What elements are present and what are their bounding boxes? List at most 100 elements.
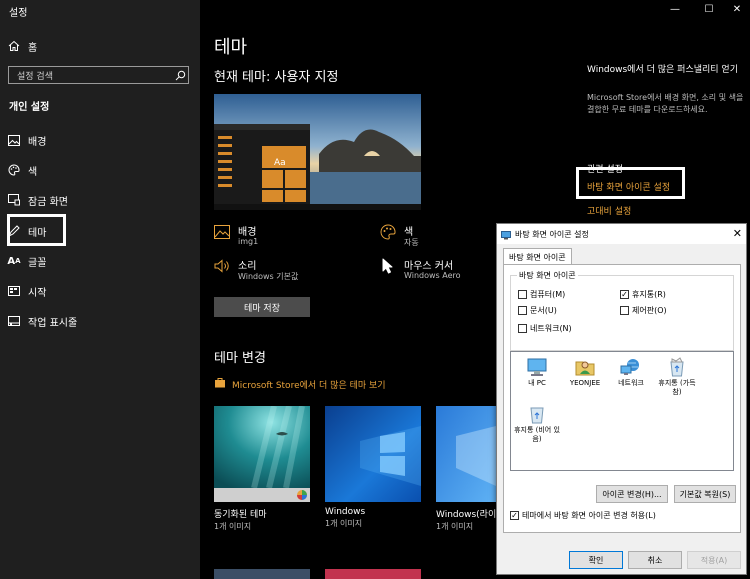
attr-sound[interactable]: 소리 Windows 기본값 <box>214 257 374 287</box>
search-placeholder: 설정 검색 <box>17 71 53 82</box>
theme-card-windows-light[interactable]: Windows(라이... 1개 이미지 <box>436 406 496 532</box>
sidebar-item-label: 작업 표시줄 <box>28 317 78 329</box>
change-theme-heading: 테마 변경 <box>214 351 266 366</box>
personality-title: Windows에서 더 많은 퍼스낼리티 얻기 <box>587 65 738 75</box>
tab-desktop-icons[interactable]: 바탕 화면 아이콘 <box>503 248 572 265</box>
list-item-recycle-bin-empty[interactable]: 휴지통 (비어 있음) <box>514 404 560 444</box>
recycle-bin-empty-icon <box>530 407 544 424</box>
personality-description: Microsoft Store에서 배경 화면, 소리 및 색을 결합한 무료 … <box>587 93 744 114</box>
icon-label: 내 PC <box>528 379 546 387</box>
checkbox-box <box>620 306 629 315</box>
sidebar-item-lock-screen[interactable]: 잠금 화면 <box>0 189 200 211</box>
network-icon <box>620 359 639 375</box>
sidebar-item-start[interactable]: 시작 <box>0 280 200 302</box>
attr-title: 색 <box>404 227 414 238</box>
desktop-icons-group: 바탕 화면 아이콘 컴퓨터(M) ✓ 휴지통(R) 문서(U) 제어판(O) 네… <box>510 270 734 351</box>
high-contrast-settings-link[interactable]: 고대비 설정 <box>587 204 631 217</box>
theme-count: 1개 이미지 <box>214 522 252 531</box>
dialog-close-button[interactable]: ✕ <box>733 227 742 240</box>
store-link-label: Microsoft Store에서 더 많은 테마 보기 <box>232 380 386 391</box>
computer-icon <box>527 358 547 376</box>
restore-default-button[interactable]: 기본값 복원(S) <box>674 485 736 503</box>
checkbox-label: 제어판(O) <box>632 306 667 315</box>
theme-name: 동기화된 테마 <box>214 510 267 520</box>
list-item-user-folder[interactable]: YEONJEE <box>562 357 608 388</box>
desktop-icon-settings-link[interactable]: 바탕 화면 아이콘 설정 <box>587 180 670 193</box>
theme-card-windows[interactable]: Windows 1개 이미지 <box>325 406 421 529</box>
checkbox-label: 네트워크(N) <box>530 324 572 333</box>
speaker-icon <box>214 258 232 274</box>
lock-screen-icon <box>7 193 21 207</box>
checkbox-allow-themes[interactable]: ✓ 테마에서 바탕 화면 아이콘 변경 허용(L) <box>510 510 656 521</box>
palette-icon <box>7 163 21 177</box>
attr-title: 소리 <box>238 261 257 272</box>
store-link[interactable]: Microsoft Store에서 더 많은 테마 보기 <box>214 377 386 391</box>
image-icon <box>7 133 21 147</box>
sidebar-item-fonts[interactable]: AA 글꼴 <box>0 250 200 272</box>
attr-background[interactable]: 배경 img1 <box>214 223 374 253</box>
theme-thumbnail <box>325 569 421 579</box>
sidebar: 설정 홈 설정 검색 개인 설정 배경 색 잠금 화면 테마 A A 글꼴 시작… <box>0 0 200 579</box>
attr-value: img1 <box>238 237 259 246</box>
sidebar-item-label: 색 <box>28 166 38 178</box>
brush-icon <box>7 224 21 238</box>
ok-button[interactable]: 확인 <box>569 551 623 569</box>
sidebar-item-background[interactable]: 배경 <box>0 129 200 151</box>
current-theme-heading: 현재 테마: 사용자 지정 <box>214 70 339 85</box>
checkbox-recycle-bin[interactable]: ✓ 휴지통(R) <box>620 289 666 300</box>
theme-thumbnail <box>436 406 496 502</box>
related-settings-title: 관련 설정 <box>587 165 623 175</box>
store-icon <box>214 377 226 391</box>
theme-thumbnail <box>214 569 310 579</box>
list-item-computer[interactable]: 내 PC <box>514 357 560 388</box>
sidebar-item-themes[interactable]: 테마 <box>0 220 200 242</box>
checkbox-box <box>518 324 527 333</box>
cancel-button[interactable]: 취소 <box>628 551 682 569</box>
checkbox-box: ✓ <box>510 510 519 520</box>
sidebar-item-home[interactable]: 홈 <box>0 36 200 56</box>
dialog-app-icon <box>501 225 511 244</box>
apply-button[interactable]: 적용(A) <box>687 551 741 569</box>
save-theme-button[interactable]: 테마 저장 <box>214 297 310 317</box>
user-folder-icon <box>575 361 595 376</box>
desktop-icon-settings-dialog: 바탕 화면 아이콘 설정 ✕ 바탕 화면 아이콘 바탕 화면 아이콘 컴퓨터(M… <box>496 223 747 575</box>
theme-name: Windows <box>325 507 366 517</box>
icon-label: YEONJEE <box>569 379 601 387</box>
theme-card-synced[interactable]: 동기화된 테마 1개 이미지 <box>214 406 310 532</box>
taskbar-icon <box>7 314 21 328</box>
recycle-bin-full-icon <box>670 357 684 377</box>
dialog-title: 바탕 화면 아이콘 설정 <box>515 229 589 239</box>
attr-value: Windows 기본값 <box>238 272 299 281</box>
sidebar-item-label: 테마 <box>28 227 47 239</box>
attr-value: 자동 <box>404 238 419 247</box>
sidebar-item-label: 배경 <box>28 136 47 148</box>
sidebar-item-taskbar[interactable]: 작업 표시줄 <box>0 310 200 332</box>
cursor-icon <box>380 258 398 274</box>
list-item-network[interactable]: 네트워크 <box>608 357 654 388</box>
section-title: 개인 설정 <box>9 102 50 113</box>
change-icon-button[interactable]: 아이콘 변경(H)... <box>596 485 668 503</box>
icon-label: 휴지통 (가득 참) <box>658 379 696 396</box>
icon-label: 네트워크 <box>618 379 644 387</box>
checkbox-documents[interactable]: 문서(U) <box>518 305 557 316</box>
theme-count: 1개 이미지 <box>325 519 363 528</box>
attr-value: Windows Aero <box>404 271 461 280</box>
sidebar-item-label: 홈 <box>28 42 38 54</box>
search-input[interactable]: 설정 검색 <box>8 66 189 84</box>
app-title: 설정 <box>9 8 28 19</box>
dialog-titlebar: 바탕 화면 아이콘 설정 ✕ <box>497 224 746 244</box>
dialog-panel: 바탕 화면 아이콘 컴퓨터(M) ✓ 휴지통(R) 문서(U) 제어판(O) 네… <box>503 264 741 533</box>
attr-title: 배경 <box>238 227 257 238</box>
image-icon <box>214 224 232 240</box>
checkbox-control-panel[interactable]: 제어판(O) <box>620 305 667 316</box>
sidebar-item-color[interactable]: 색 <box>0 159 200 181</box>
sidebar-item-label: 시작 <box>28 287 47 299</box>
attr-title: 마우스 커서 <box>404 261 454 272</box>
checkbox-network[interactable]: 네트워크(N) <box>518 323 572 334</box>
checkbox-box <box>518 306 527 315</box>
list-item-recycle-bin-full[interactable]: 휴지통 (가득 참) <box>654 357 700 397</box>
checkbox-label: 문서(U) <box>530 306 557 315</box>
checkbox-computer[interactable]: 컴퓨터(M) <box>518 289 565 300</box>
search-icon[interactable] <box>172 67 188 83</box>
checkbox-label: 컴퓨터(M) <box>530 290 566 299</box>
